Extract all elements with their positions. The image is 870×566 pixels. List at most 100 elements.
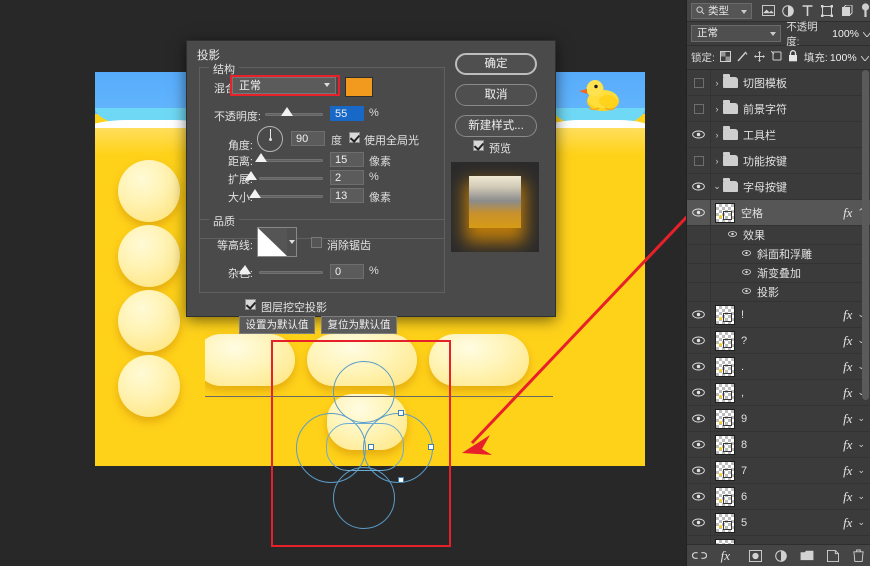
chevron-down-icon[interactable]: ⌄: [857, 439, 865, 450]
effect-visibility-toggle[interactable]: [687, 283, 711, 301]
layer-fx-icon[interactable]: fx: [843, 307, 852, 323]
layer-group-row[interactable]: › 前景字符: [687, 96, 870, 122]
size-slider-track[interactable]: [259, 195, 323, 198]
global-light-checkbox[interactable]: [349, 132, 360, 143]
new-group-icon[interactable]: [798, 548, 816, 564]
distance-slider-track[interactable]: [259, 159, 323, 162]
visibility-eye-icon[interactable]: [692, 388, 705, 397]
visibility-eye-icon[interactable]: [741, 249, 752, 257]
layers-panel-toolbar[interactable]: fx: [687, 544, 870, 566]
chevron-down-icon[interactable]: ⌄: [857, 517, 865, 528]
artboard-right[interactable]: [553, 72, 645, 466]
antialias-checkbox[interactable]: [311, 237, 322, 248]
visibility-eye-icon[interactable]: [692, 208, 705, 217]
effect-visibility-toggle[interactable]: [687, 264, 711, 282]
lock-image-icon[interactable]: [737, 51, 748, 65]
set-default-button[interactable]: 设置为默认值: [239, 316, 315, 334]
chevron-right-icon[interactable]: ›: [711, 156, 723, 166]
visibility-eye-icon[interactable]: [692, 130, 705, 139]
round-key-button[interactable]: [118, 290, 180, 352]
angle-input[interactable]: 90: [291, 131, 325, 146]
layer-group-row[interactable]: ⌄ 字母按键: [687, 174, 870, 200]
layer-visibility-toggle[interactable]: [687, 510, 711, 535]
layer-group-row[interactable]: › 切图模板: [687, 70, 870, 96]
layer-visibility-toggle[interactable]: [687, 96, 711, 121]
shadow-color-swatch[interactable]: [345, 77, 373, 97]
panel-scrollbar[interactable]: [862, 70, 869, 400]
layer-fx-icon[interactable]: fx: [843, 411, 852, 427]
layer-visibility-toggle[interactable]: [687, 148, 711, 173]
effect-visibility-toggle[interactable]: [687, 226, 711, 244]
smart-object-filter-icon[interactable]: [837, 3, 857, 19]
layer-fx-icon[interactable]: fx: [843, 463, 852, 479]
layer-row[interactable]: 8 fx ⌄: [687, 432, 870, 458]
size-input[interactable]: 13: [330, 188, 364, 203]
layer-row[interactable]: 5 fx ⌄: [687, 510, 870, 536]
visibility-eye-icon[interactable]: [692, 310, 705, 319]
ok-button[interactable]: 确定: [455, 53, 537, 75]
lock-artboard-icon[interactable]: [770, 50, 782, 65]
effect-eye-icon[interactable]: [741, 248, 752, 260]
layer-row[interactable]: 6 fx ⌄: [687, 484, 870, 510]
layer-fx-icon[interactable]: fx: [843, 359, 852, 375]
distance-slider-thumb[interactable]: [255, 153, 267, 162]
layer-row[interactable]: 9 fx ⌄: [687, 406, 870, 432]
lock-position-icon[interactable]: [753, 50, 765, 65]
layer-visibility-toggle[interactable]: [687, 70, 711, 95]
layer-row[interactable]: 4fx⌄: [687, 536, 870, 544]
angle-dial[interactable]: [257, 126, 283, 152]
chevron-down-icon[interactable]: ⌄: [857, 465, 865, 476]
chevron-down-icon[interactable]: ⌄: [711, 181, 723, 192]
visibility-eye-icon[interactable]: [692, 518, 705, 527]
visibility-eye-icon[interactable]: [692, 182, 705, 191]
panel-blend-mode-select[interactable]: 正常: [691, 25, 782, 42]
layer-visibility-toggle[interactable]: [687, 200, 711, 225]
chevron-right-icon[interactable]: ›: [711, 104, 723, 114]
layer-list[interactable]: ›切图模板›前景字符›工具栏›功能按键⌄字母按键空格fx⌃效果斜面和浮雕渐变叠加…: [687, 70, 870, 544]
round-key-button[interactable]: [118, 355, 180, 417]
visibility-eye-icon[interactable]: [692, 362, 705, 371]
reset-default-button[interactable]: 复位为默认值: [321, 316, 397, 334]
layer-visibility-toggle[interactable]: [687, 328, 711, 353]
layer-row[interactable]: 7 fx ⌄: [687, 458, 870, 484]
lock-all-icon[interactable]: [788, 50, 798, 65]
visibility-eye-icon[interactable]: [741, 287, 752, 295]
layer-mask-icon[interactable]: [747, 548, 765, 564]
layer-fx-icon[interactable]: fx: [843, 489, 852, 505]
layer-filter-bar[interactable]: 类型: [687, 0, 870, 22]
layer-visibility-toggle[interactable]: [687, 406, 711, 431]
chevron-down-icon[interactable]: ⌄: [857, 413, 865, 424]
visibility-eye-icon[interactable]: [727, 230, 738, 238]
adjustment-filter-icon[interactable]: [778, 3, 798, 19]
preview-checkbox[interactable]: [473, 140, 484, 151]
link-layers-icon[interactable]: [691, 548, 709, 564]
fill-chevron-down-icon[interactable]: [860, 52, 870, 64]
layer-effect-row[interactable]: 投影: [687, 283, 870, 302]
round-key-button[interactable]: [118, 225, 180, 287]
opacity-chevron-down-icon[interactable]: [862, 28, 870, 40]
opacity-slider-track[interactable]: [265, 113, 323, 116]
layer-group-row[interactable]: › 功能按键: [687, 148, 870, 174]
chevron-right-icon[interactable]: ›: [711, 130, 723, 140]
visibility-empty-icon[interactable]: [693, 155, 704, 166]
layer-row[interactable]: ,fx⌄: [687, 380, 870, 406]
type-filter-icon[interactable]: [798, 3, 818, 19]
opacity-slider-thumb[interactable]: [281, 107, 293, 116]
layer-row-selected[interactable]: 空格fx⌃: [687, 200, 870, 226]
round-key-button[interactable]: [118, 160, 180, 222]
layer-row[interactable]: ?fx⌄: [687, 328, 870, 354]
visibility-eye-icon[interactable]: [692, 414, 705, 423]
visibility-eye-icon[interactable]: [692, 440, 705, 449]
contour-select[interactable]: [257, 227, 297, 257]
fill-value[interactable]: 100%: [830, 52, 857, 64]
shape-filter-icon[interactable]: [818, 3, 838, 19]
size-slider-thumb[interactable]: [249, 189, 261, 198]
new-layer-icon[interactable]: [824, 548, 842, 564]
layer-fx-icon[interactable]: fx: [843, 205, 852, 221]
layer-visibility-toggle[interactable]: [687, 354, 711, 379]
filter-toggle-switch[interactable]: [859, 3, 870, 19]
drop-shadow-dialog[interactable]: 投影 结构 混合模式: 正常 不透明度: 55 % 角度: 90 度 使用全局光…: [186, 40, 556, 334]
layer-fx-icon[interactable]: fx: [843, 437, 852, 453]
layer-group-row[interactable]: › 工具栏: [687, 122, 870, 148]
layer-effects-header-row[interactable]: 效果: [687, 226, 870, 245]
